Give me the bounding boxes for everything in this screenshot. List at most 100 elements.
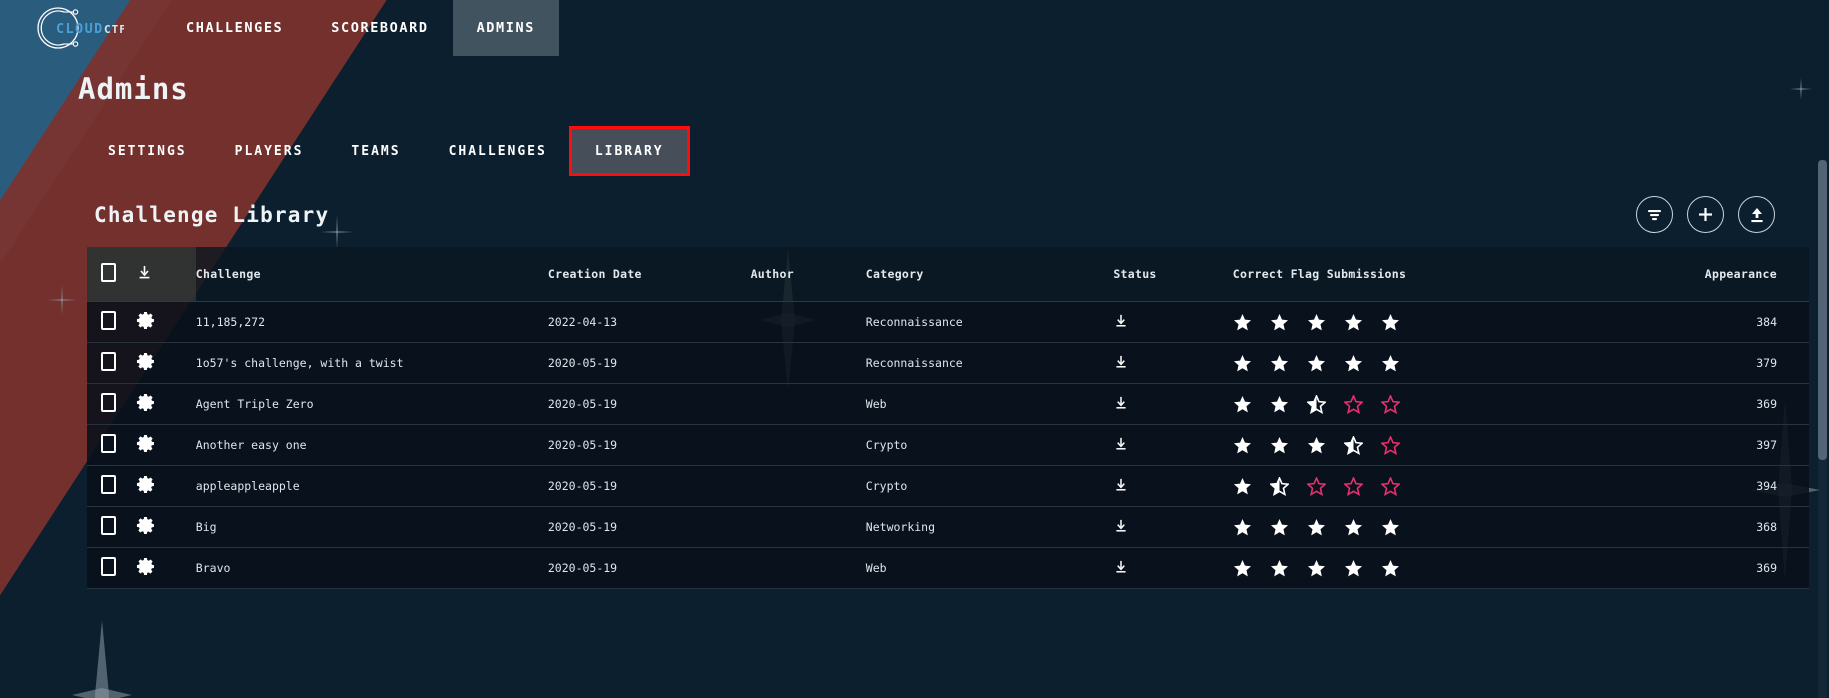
subtab-challenges[interactable]: CHALLENGES — [425, 128, 571, 174]
star-full-icon[interactable] — [1270, 354, 1289, 373]
star-full-icon[interactable] — [1307, 518, 1326, 537]
vertical-scrollbar[interactable] — [1818, 160, 1827, 698]
download-icon[interactable] — [136, 264, 153, 284]
star-empty-icon[interactable] — [1343, 394, 1363, 414]
star-full-icon[interactable] — [1381, 313, 1400, 332]
plus-icon — [1699, 208, 1712, 221]
table-row[interactable]: Big 2020-05-19 Networking 368 — [87, 506, 1809, 548]
status-download-icon[interactable] — [1113, 313, 1129, 332]
brand-logo[interactable]: CLOUD CTF — [34, 0, 130, 56]
subtab-settings[interactable]: SETTINGS — [84, 128, 211, 174]
star-half-icon[interactable] — [1343, 435, 1363, 455]
star-full-icon[interactable] — [1270, 559, 1289, 578]
settings-gear-icon[interactable] — [136, 393, 155, 415]
star-full-icon[interactable] — [1381, 518, 1400, 537]
star-full-icon[interactable] — [1270, 395, 1289, 414]
star-full-icon[interactable] — [1233, 395, 1252, 414]
add-button[interactable] — [1687, 196, 1724, 233]
star-empty-icon[interactable] — [1306, 476, 1326, 496]
status-download-icon[interactable] — [1113, 436, 1129, 455]
star-full-icon[interactable] — [1233, 518, 1252, 537]
row-settings-cell — [136, 384, 196, 425]
header-creation-date[interactable]: Creation Date — [547, 247, 751, 302]
star-full-icon[interactable] — [1233, 477, 1252, 496]
star-empty-icon[interactable] — [1380, 476, 1400, 496]
star-full-icon[interactable] — [1307, 313, 1326, 332]
status-download-icon[interactable] — [1113, 354, 1129, 373]
status-download-icon[interactable] — [1113, 477, 1129, 496]
subtab-players[interactable]: PLAYERS — [211, 128, 328, 174]
table-row[interactable]: 11,185,272 2022-04-13 Reconnaissance 384 — [87, 301, 1809, 343]
settings-gear-icon[interactable] — [136, 434, 155, 456]
row-checkbox[interactable] — [101, 475, 116, 494]
table-row[interactable]: 1o57's challenge, with a twist 2020-05-19… — [87, 342, 1809, 384]
row-checkbox[interactable] — [101, 434, 116, 453]
star-full-icon[interactable] — [1344, 518, 1363, 537]
settings-gear-icon[interactable] — [136, 557, 155, 579]
cell-challenge[interactable]: appleappleapple — [196, 466, 548, 507]
star-full-icon[interactable] — [1233, 436, 1252, 455]
star-empty-icon[interactable] — [1343, 476, 1363, 496]
settings-gear-icon[interactable] — [136, 516, 155, 538]
rating-stars — [1233, 559, 1553, 578]
row-checkbox[interactable] — [101, 516, 116, 535]
star-full-icon[interactable] — [1344, 354, 1363, 373]
header-status[interactable]: Status — [1113, 247, 1233, 302]
scrollbar-thumb[interactable] — [1818, 160, 1827, 460]
nav-item-scoreboard[interactable]: SCOREBOARD — [307, 0, 452, 56]
subtab-teams[interactable]: TEAMS — [327, 128, 424, 174]
star-full-icon[interactable] — [1233, 559, 1252, 578]
nav-item-admins[interactable]: ADMINS — [452, 0, 559, 56]
header-correct-flag-submissions[interactable]: Correct Flag Submissions — [1232, 247, 1553, 302]
settings-gear-icon[interactable] — [136, 352, 155, 374]
star-full-icon[interactable] — [1344, 559, 1363, 578]
select-all-checkbox[interactable] — [101, 263, 116, 282]
row-checkbox[interactable] — [101, 311, 116, 330]
star-full-icon[interactable] — [1233, 354, 1252, 373]
settings-gear-icon[interactable] — [136, 475, 155, 497]
star-full-icon[interactable] — [1270, 436, 1289, 455]
row-checkbox[interactable] — [101, 393, 116, 412]
upload-button[interactable] — [1738, 196, 1775, 233]
cell-challenge[interactable]: Bravo — [196, 548, 548, 589]
cell-category: Web — [865, 397, 887, 411]
filter-button[interactable] — [1636, 196, 1673, 233]
star-full-icon[interactable] — [1307, 436, 1326, 455]
cell-rating — [1233, 302, 1553, 343]
star-full-icon[interactable] — [1270, 518, 1289, 537]
status-download-icon[interactable] — [1113, 518, 1129, 537]
header-appearance[interactable]: Appearance — [1552, 247, 1809, 302]
header-challenge[interactable]: Challenge — [195, 247, 548, 302]
star-half-icon[interactable] — [1269, 476, 1289, 496]
table-row[interactable]: Bravo 2020-05-19 Web 369 — [87, 547, 1809, 589]
row-checkbox[interactable] — [101, 352, 116, 371]
status-download-icon[interactable] — [1113, 559, 1129, 578]
row-checkbox[interactable] — [101, 557, 116, 576]
star-full-icon[interactable] — [1344, 313, 1363, 332]
cell-challenge[interactable]: 11,185,272 — [196, 302, 548, 343]
cell-challenge[interactable]: 1o57's challenge, with a twist — [196, 343, 548, 384]
table-row[interactable]: Another easy one 2020-05-19 Crypto 397 — [87, 424, 1809, 466]
cell-challenge[interactable]: Another easy one — [196, 425, 548, 466]
cell-challenge[interactable]: Agent Triple Zero — [196, 384, 548, 425]
star-empty-icon[interactable] — [1380, 394, 1400, 414]
star-full-icon[interactable] — [1307, 559, 1326, 578]
star-full-icon[interactable] — [1307, 354, 1326, 373]
table-row[interactable]: appleappleapple 2020-05-19 Crypto 394 — [87, 465, 1809, 507]
header-author[interactable]: Author — [750, 247, 866, 302]
star-empty-icon[interactable] — [1380, 435, 1400, 455]
settings-gear-icon[interactable] — [136, 311, 155, 333]
table-row[interactable]: Agent Triple Zero 2020-05-19 Web 369 — [87, 383, 1809, 425]
cell-status — [1113, 466, 1232, 507]
star-half-icon[interactable] — [1306, 394, 1326, 414]
star-full-icon[interactable] — [1381, 559, 1400, 578]
nav-item-challenges[interactable]: CHALLENGES — [162, 0, 307, 56]
star-full-icon[interactable] — [1270, 313, 1289, 332]
star-full-icon[interactable] — [1381, 354, 1400, 373]
subtab-library[interactable]: LIBRARY — [568, 126, 690, 176]
cell-challenge[interactable]: Big — [196, 507, 548, 548]
star-full-icon[interactable] — [1233, 313, 1252, 332]
status-download-icon[interactable] — [1113, 395, 1129, 414]
top-navigation-bar: CLOUD CTF CHALLENGES SCOREBOARD ADMINS — [0, 0, 1829, 56]
header-category[interactable]: Category — [865, 247, 1114, 302]
